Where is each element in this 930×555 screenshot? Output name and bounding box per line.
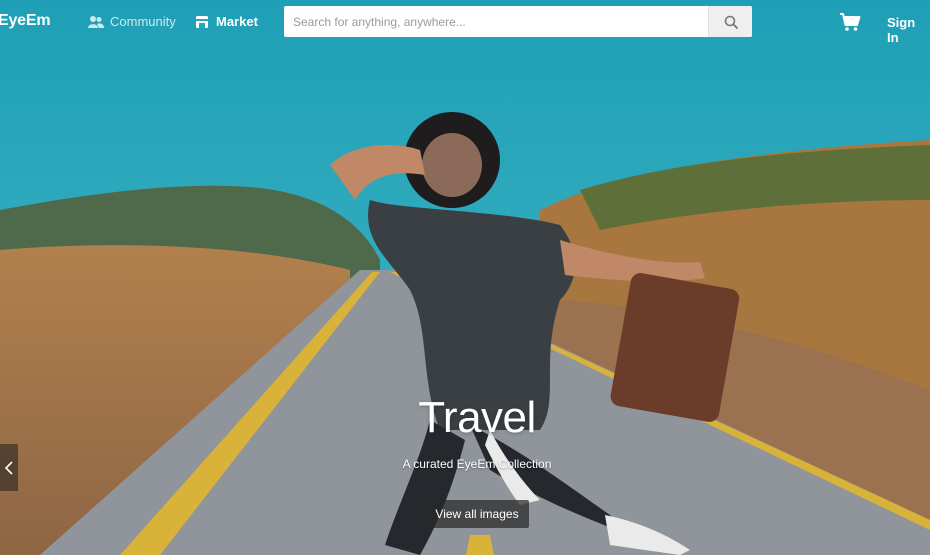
people-icon xyxy=(88,15,104,28)
eyeem-logo[interactable]: EyeEm xyxy=(0,12,51,30)
top-navigation: EyeEm Community Market Search for anythi… xyxy=(0,0,930,45)
nav-community[interactable]: Community xyxy=(88,14,176,29)
nav-community-label: Community xyxy=(110,14,176,29)
nav-market[interactable]: Market xyxy=(194,14,258,29)
nav-market-label: Market xyxy=(216,14,258,29)
hero-image xyxy=(0,0,930,555)
search-bar xyxy=(284,6,752,37)
collection-subtitle: A curated EyeEm Collection xyxy=(402,457,552,471)
carousel-prev-button[interactable] xyxy=(0,444,18,491)
search-input[interactable] xyxy=(284,6,708,37)
view-all-images-button[interactable]: View all images xyxy=(425,500,529,528)
collection-title: Travel xyxy=(418,393,536,442)
search-icon xyxy=(724,15,738,29)
search-button[interactable] xyxy=(708,6,752,37)
chevron-left-icon xyxy=(5,460,13,475)
store-icon xyxy=(196,15,208,28)
sign-in-link[interactable]: Sign In xyxy=(887,15,930,45)
cart-button[interactable] xyxy=(839,12,861,37)
cart-icon xyxy=(840,13,861,31)
